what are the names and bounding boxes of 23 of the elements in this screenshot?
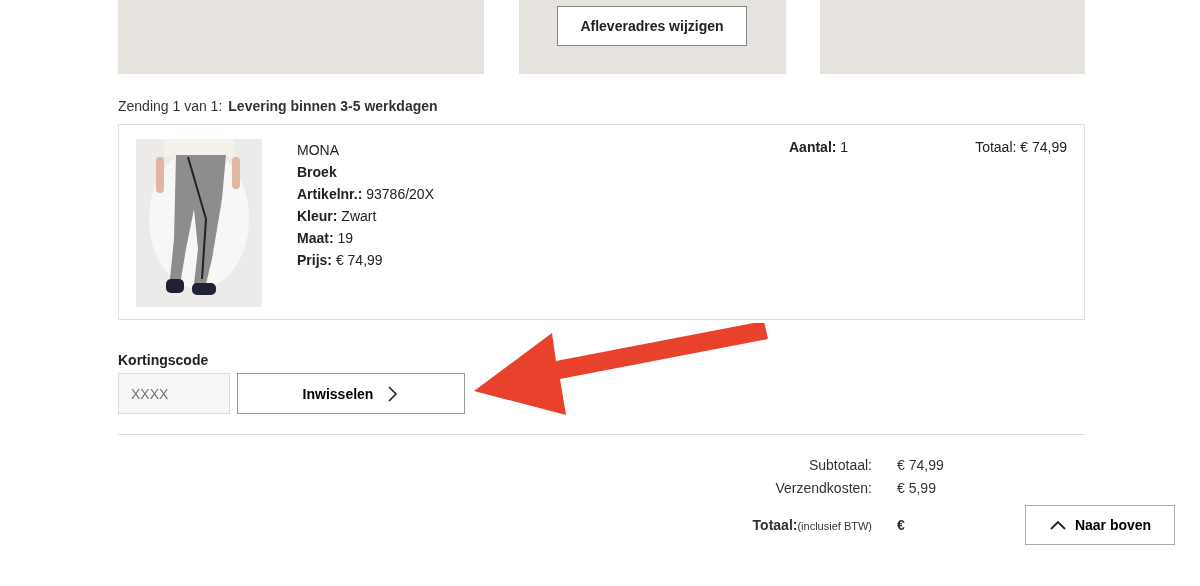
summary-value: € 5,99 xyxy=(897,479,936,496)
grand-total-label: Totaal:(inclusief BTW) xyxy=(751,516,872,533)
delivery-time: Levering binnen 3-5 werkdagen xyxy=(228,98,438,114)
discount-code-field[interactable]: XXXX xyxy=(118,373,230,414)
product-detail: Kleur: Zwart xyxy=(297,207,378,226)
product-detail: Artikelnr.: 93786/20X xyxy=(297,185,435,204)
summary-value: € 74,99 xyxy=(897,456,944,473)
grand-total-value: € xyxy=(897,516,905,533)
redeem-button[interactable]: Inwisselen xyxy=(237,373,465,414)
product-detail: Maat: 19 xyxy=(297,229,355,248)
chevron-up-icon xyxy=(1048,519,1067,531)
quantity: Aantal: 1 xyxy=(789,139,850,157)
summary-label: Subtotaal: xyxy=(807,456,872,473)
shipment-label: Zending 1 van 1: xyxy=(118,98,223,114)
change-address-button[interactable]: Afleveradres wijzigen xyxy=(557,6,747,46)
item-total: Totaal: € 74,99 xyxy=(974,139,1067,157)
brand-name: MONA xyxy=(297,141,340,160)
product-detail: Prijs: € 74,99 xyxy=(297,251,384,270)
back-to-top-button[interactable]: Naar boven xyxy=(1025,505,1175,545)
discount-label: Kortingscode xyxy=(118,352,210,368)
chevron-right-icon xyxy=(387,384,400,403)
product-name: Broek xyxy=(297,163,338,182)
summary-label: Verzendkosten: xyxy=(774,479,872,496)
